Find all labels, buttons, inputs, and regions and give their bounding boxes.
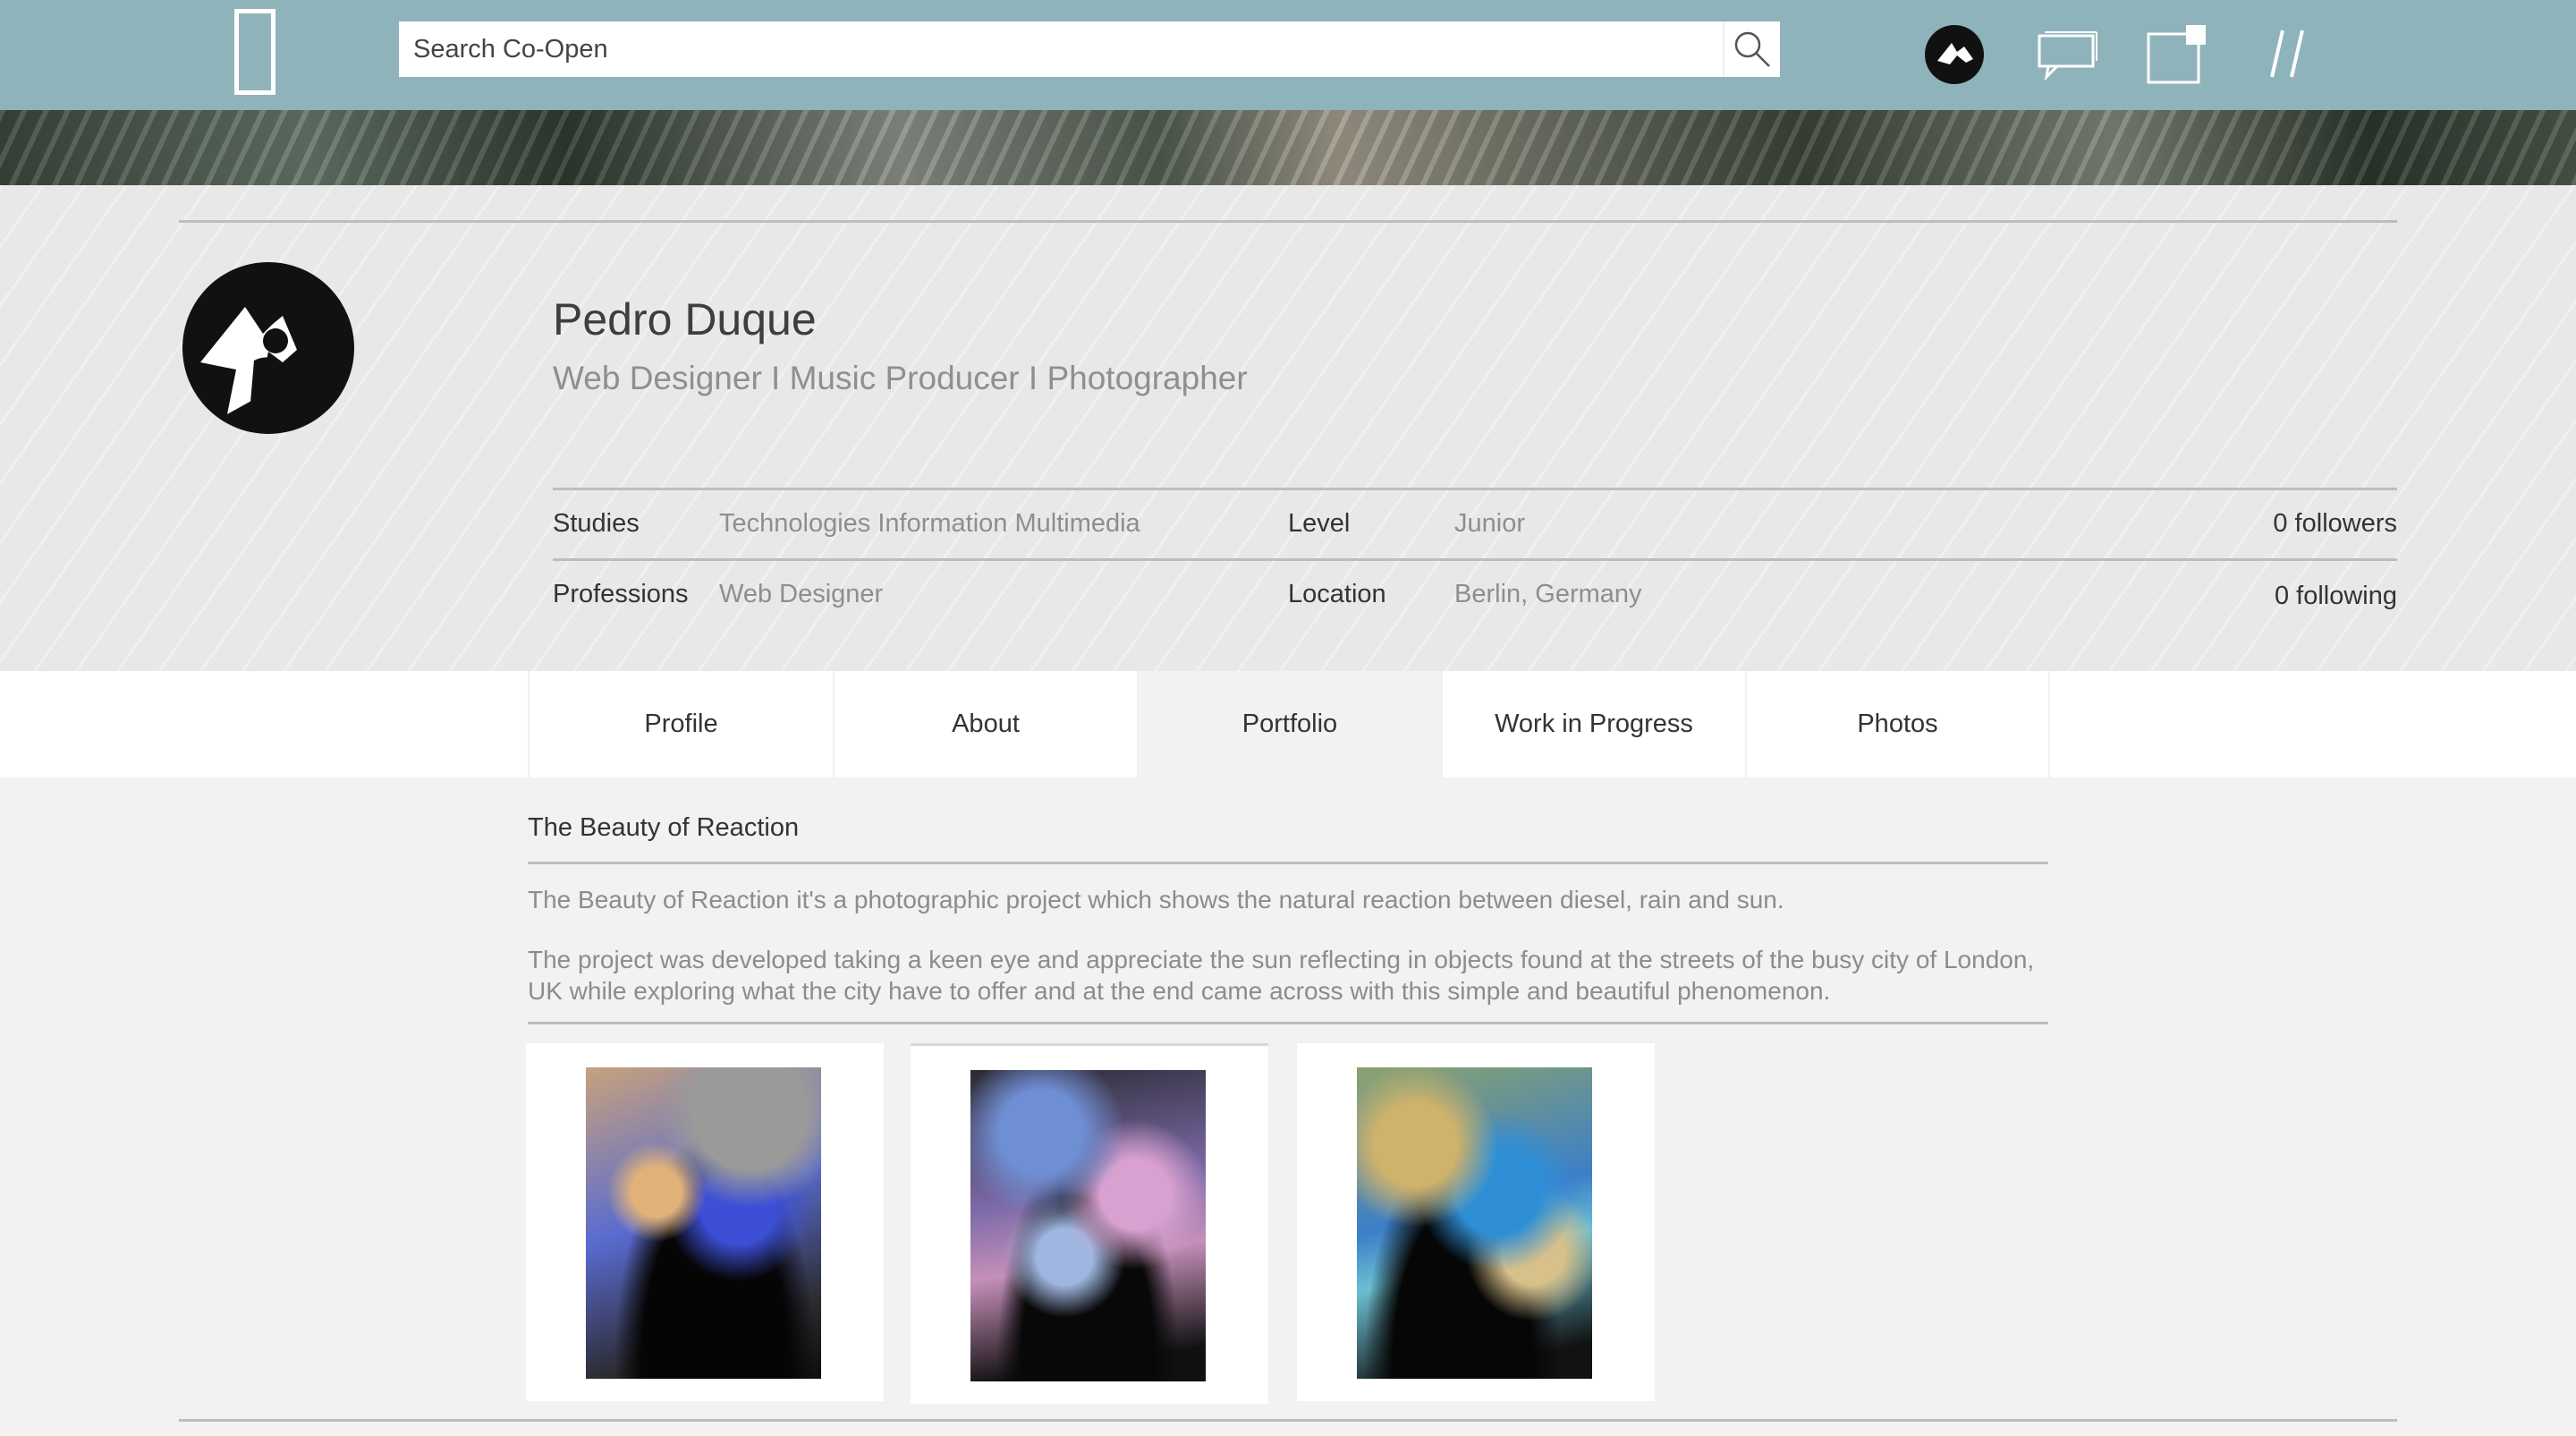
info-divider-middle xyxy=(553,558,2397,561)
footer-divider xyxy=(179,1419,2397,1422)
cover-banner xyxy=(0,110,2576,185)
location-label: Location xyxy=(1288,580,1386,608)
search-bar xyxy=(399,21,1780,77)
tab-work-in-progress[interactable]: Work in Progress xyxy=(1441,671,1745,777)
search-icon xyxy=(1734,31,1770,67)
logo-icon[interactable] xyxy=(234,9,275,95)
project-description-divider xyxy=(528,1022,2048,1024)
search-button[interactable] xyxy=(1723,21,1780,77)
level-label: Level xyxy=(1288,509,1351,538)
profile-tagline: Web Designer I Music Producer I Photogra… xyxy=(553,360,1248,396)
tab-about[interactable]: About xyxy=(833,671,1137,777)
profile-avatar[interactable] xyxy=(182,262,354,434)
tab-profile[interactable]: Profile xyxy=(528,671,833,777)
professions-value: Web Designer xyxy=(719,580,884,608)
tab-photos[interactable]: Photos xyxy=(1745,671,2050,777)
studies-label: Studies xyxy=(553,509,640,538)
project-title-divider xyxy=(528,862,2048,864)
location-value: Berlin, Germany xyxy=(1454,580,1642,608)
professions-label: Professions xyxy=(553,580,689,608)
top-navbar xyxy=(0,0,2576,110)
following-count[interactable]: 0 following xyxy=(2275,582,2397,611)
tab-portfolio[interactable]: Portfolio xyxy=(1137,671,1441,777)
profile-name: Pedro Duque xyxy=(553,294,817,344)
notifications-icon[interactable] xyxy=(2147,23,2209,86)
search-input[interactable] xyxy=(399,22,1723,76)
followers-count[interactable]: 0 followers xyxy=(2273,509,2397,539)
level-value: Junior xyxy=(1454,509,1525,538)
portfolio-image-2[interactable] xyxy=(911,1043,1268,1404)
portfolio-image-1[interactable] xyxy=(526,1043,884,1401)
studies-value: Technologies Information Multimedia xyxy=(719,509,1140,538)
header-divider xyxy=(179,220,2397,223)
project-description-1: The Beauty of Reaction it's a photograph… xyxy=(528,886,1784,913)
oil-reflection-photo xyxy=(586,1067,821,1379)
menu-slash-icon[interactable] xyxy=(2267,27,2311,81)
portfolio-image-3[interactable] xyxy=(1297,1043,1655,1401)
oil-reflection-photo xyxy=(970,1070,1206,1381)
info-divider-top xyxy=(553,488,2397,490)
project-title: The Beauty of Reaction xyxy=(528,813,800,842)
oil-reflection-photo xyxy=(1357,1067,1592,1379)
project-description-2: The project was developed taking a keen … xyxy=(528,946,2035,1005)
profile-tabs: Profile About Portfolio Work in Progress… xyxy=(0,671,2576,777)
user-avatar[interactable] xyxy=(1925,25,1984,84)
chat-icon[interactable] xyxy=(2036,25,2098,82)
